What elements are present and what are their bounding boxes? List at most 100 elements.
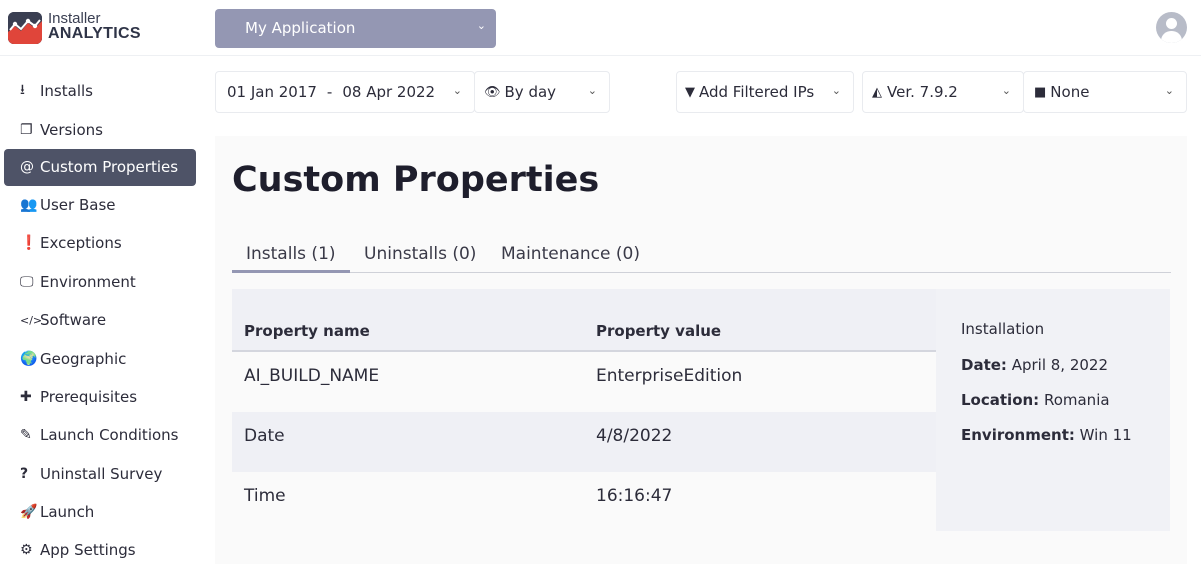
sidebar-item-label: App Settings: [40, 541, 136, 560]
version-value: Ver. 7.9.2: [887, 83, 958, 101]
sidebar-item-installs[interactable]: ⭳ Installs: [4, 72, 196, 110]
download-icon: ⭳: [20, 82, 25, 99]
property-name-cell: Time: [244, 486, 286, 506]
folder-select[interactable]: ■ None ⌄: [1023, 71, 1187, 113]
user-avatar[interactable]: [1156, 12, 1187, 43]
sidebar-item-label: Launch Conditions: [40, 426, 179, 445]
chevron-down-icon: ⌄: [452, 84, 462, 97]
installation-info-panel: Installation Date: April 8, 2022 Locatio…: [936, 289, 1170, 531]
chevron-down-icon: ⌄: [831, 84, 841, 97]
puzzle-icon: ✚: [20, 388, 32, 405]
sidebar-item-label: Software: [40, 311, 107, 330]
monitor-icon: 🖵: [20, 273, 34, 290]
sidebar-item-label: Geographic: [40, 349, 127, 368]
logo-icon: [8, 12, 42, 44]
application-select-value: My Application: [245, 19, 356, 37]
sidebar-item-launch[interactable]: 🚀 Launch: [4, 493, 196, 531]
versions-icon: ❐: [20, 121, 33, 138]
filtered-ips-select[interactable]: ▼ Add Filtered IPs ⌄: [676, 71, 854, 113]
sidebar-item-environment[interactable]: 🖵 Environment: [4, 263, 196, 301]
granularity-value: By day: [504, 83, 557, 101]
header-divider: [0, 55, 1201, 56]
sidebar-item-label: Exceptions: [40, 234, 122, 253]
property-name-cell: AI_BUILD_NAME: [244, 366, 380, 386]
table-row: Time 16:16:47: [232, 472, 936, 532]
rocket-icon: 🚀: [20, 504, 38, 521]
info-location-label: Location:: [961, 391, 1040, 409]
at-icon: @: [20, 159, 34, 176]
users-icon: 👥: [20, 196, 38, 213]
sidebar-item-uninstall-survey[interactable]: ? Uninstall Survey: [4, 455, 196, 493]
filtered-ips-label: Add Filtered IPs: [699, 83, 815, 101]
info-date-label: Date:: [961, 356, 1007, 374]
column-header-property-name: Property name: [244, 322, 370, 340]
sidebar-item-label: Custom Properties: [40, 158, 179, 177]
main-panel: Custom Properties Installs (1) Uninstall…: [215, 136, 1187, 564]
info-environment-label: Environment:: [961, 426, 1075, 444]
tab-uninstalls[interactable]: Uninstalls (0): [364, 244, 476, 264]
sidebar-item-label: Prerequisites: [40, 387, 138, 406]
date-range-picker[interactable]: 01 Jan 2017 - 08 Apr 2022 ⌄: [215, 71, 475, 113]
application-select[interactable]: My Application ⌄: [215, 9, 496, 48]
version-select[interactable]: ◭ Ver. 7.9.2 ⌄: [862, 71, 1024, 113]
sidebar-item-label: Versions: [40, 120, 103, 139]
date-from: 01 Jan 2017: [227, 83, 317, 101]
table-row: AI_BUILD_NAME EnterpriseEdition: [232, 352, 936, 412]
sidebar-item-launch-conditions[interactable]: ✎ Launch Conditions: [4, 416, 196, 454]
sidebar-item-user-base[interactable]: 👥 User Base: [4, 186, 196, 224]
folder-value: None: [1050, 83, 1090, 101]
chevron-down-icon: ⌄: [476, 19, 486, 32]
sidebar-item-geographic[interactable]: 🌍 Geographic: [4, 339, 196, 377]
sidebar-item-label: Launch: [40, 503, 95, 522]
question-icon: ?: [20, 465, 29, 482]
sidebar-item-software[interactable]: </> Software: [4, 301, 196, 339]
sidebar-item-exceptions[interactable]: ❗ Exceptions: [4, 224, 196, 262]
code-icon: </>: [20, 313, 43, 327]
info-environment-value: Win 11: [1079, 426, 1132, 444]
sidebar-item-label: Uninstall Survey: [40, 464, 163, 483]
property-value-cell: 4/8/2022: [596, 426, 673, 446]
filter-icon: ▼: [685, 84, 695, 100]
property-value-cell: 16:16:47: [596, 486, 673, 506]
avatar-body: [1161, 31, 1182, 43]
sidebar-item-label: User Base: [40, 195, 116, 214]
date-to: 08 Apr 2022: [342, 83, 436, 101]
chevron-down-icon: ⌄: [1164, 84, 1174, 97]
column-header-property-value: Property value: [596, 322, 722, 340]
gear-icon: ⚙: [20, 542, 33, 559]
exclamation-icon: ❗: [20, 235, 38, 252]
properties-table: Property name Property value AI_BUILD_NA…: [232, 289, 936, 532]
sidebar-nav: ⭳ Installs ❐ Versions @ Custom Propertie…: [4, 72, 196, 564]
sidebar-item-app-settings[interactable]: ⚙ App Settings: [4, 531, 196, 564]
sidebar-item-label: Environment: [40, 272, 136, 291]
info-location: Location: Romania: [961, 391, 1110, 409]
chevron-down-icon: ⌄: [1001, 84, 1011, 97]
chevron-down-icon: ⌄: [587, 84, 597, 97]
property-name-cell: Date: [244, 426, 285, 446]
property-value-cell: EnterpriseEdition: [596, 366, 743, 386]
sidebar-item-prerequisites[interactable]: ✚ Prerequisites: [4, 378, 196, 416]
tab-maintenance[interactable]: Maintenance (0): [501, 244, 640, 264]
info-date: Date: April 8, 2022: [961, 356, 1108, 374]
area-chart-icon: ◭: [872, 84, 882, 100]
eye-icon: 👁: [484, 84, 501, 100]
page-title: Custom Properties: [232, 160, 600, 200]
app-logo[interactable]: Installer ANALYTICS: [8, 10, 148, 46]
granularity-select[interactable]: 👁 By day ⌄: [474, 71, 610, 113]
info-environment: Environment: Win 11: [961, 426, 1132, 444]
tab-bar: Installs (1) Uninstalls (0) Maintenance …: [232, 240, 1171, 273]
date-separator: -: [326, 83, 333, 101]
tab-installs[interactable]: Installs (1): [232, 244, 350, 273]
sidebar-item-label: Installs: [40, 82, 93, 101]
brand-line2: ANALYTICS: [48, 25, 141, 42]
avatar-head: [1166, 18, 1177, 29]
globe-icon: 🌍: [20, 350, 38, 367]
sidebar-item-custom-properties[interactable]: @ Custom Properties: [4, 148, 196, 186]
table-row: Date 4/8/2022: [232, 412, 936, 472]
sidebar-item-versions[interactable]: ❐ Versions: [4, 110, 196, 148]
folder-icon: ■: [1034, 84, 1047, 100]
info-date-value: April 8, 2022: [1011, 356, 1109, 374]
info-title: Installation: [961, 320, 1045, 338]
edit-icon: ✎: [20, 427, 32, 444]
info-location-value: Romania: [1043, 391, 1110, 409]
